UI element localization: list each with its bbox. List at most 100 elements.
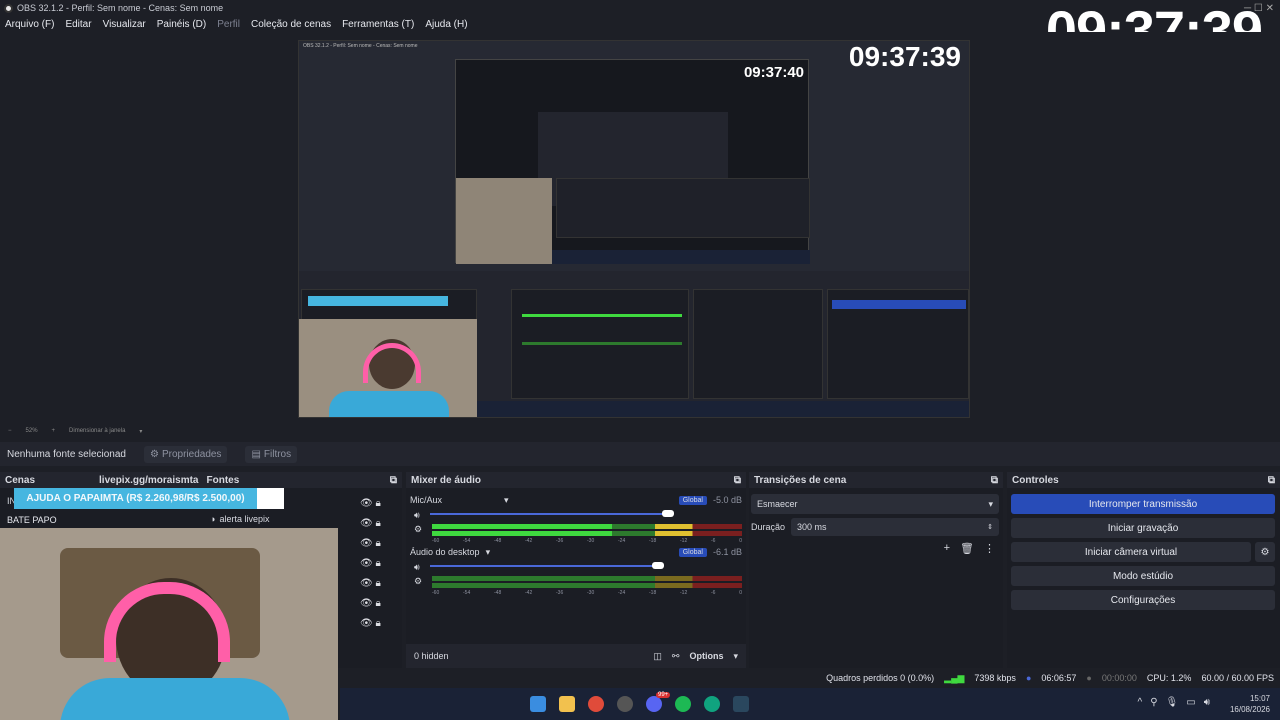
dock-undock-icon[interactable]: ⧉ xyxy=(390,475,397,486)
nested-alert xyxy=(308,296,448,306)
chatgpt-icon[interactable] xyxy=(704,696,720,712)
menu-ferramentas[interactable]: Ferramentas (T) xyxy=(342,19,414,30)
eye-icon[interactable]: 👁︎ 🔒︎ xyxy=(360,594,390,614)
dock-undock-icon[interactable]: ⧉ xyxy=(991,475,998,486)
chrome-icon[interactable] xyxy=(588,696,604,712)
volume-handle[interactable] xyxy=(662,510,674,517)
speaker-icon[interactable]: 🔊︎ xyxy=(414,510,420,521)
stop-streaming-button[interactable]: Interromper transmissão xyxy=(1011,494,1275,514)
transitions-title: Transições de cena xyxy=(754,474,847,486)
settings-button[interactable]: Configurações xyxy=(1011,590,1275,610)
nested-taskbar-2 xyxy=(477,401,969,417)
start-virtual-camera-button[interactable]: Iniciar câmera virtual xyxy=(1011,542,1251,562)
volume-slider[interactable] xyxy=(430,565,658,567)
dock-undock-icon[interactable]: ⧉ xyxy=(1268,475,1275,486)
eye-icon[interactable]: 👁︎ 🔒︎ xyxy=(360,494,390,514)
audio-meter-mic-r xyxy=(432,531,742,536)
transition-select[interactable]: Esmaecer ▾ xyxy=(751,494,999,514)
spotify-icon[interactable] xyxy=(675,696,691,712)
filters-button[interactable]: ▤ Filtros xyxy=(245,445,298,463)
menu-perfil[interactable]: Perfil xyxy=(217,19,240,30)
system-tray[interactable]: ^ ⚲ 🎙︎ ▭ 🔊︎ xyxy=(1138,697,1211,708)
more-icon[interactable]: ⋮ xyxy=(984,542,995,555)
volume-handle[interactable] xyxy=(652,562,664,569)
nested-preview: 09:37:40 xyxy=(455,59,810,264)
nested-transitions xyxy=(693,289,823,399)
discord-icon[interactable] xyxy=(646,696,662,712)
nested-webcam-large xyxy=(299,319,477,417)
display-icon: ▭ xyxy=(1186,697,1196,708)
windows-taskbar: 99+ ^ ⚲ 🎙︎ ▭ 🔊︎ 15:07 16/08/2026 xyxy=(340,688,1280,720)
volume-slider[interactable] xyxy=(430,513,670,515)
channel-global-badge[interactable]: Global xyxy=(678,547,707,557)
volume-icon: 🔊︎ xyxy=(1203,697,1210,708)
menu-visualizar[interactable]: Visualizar xyxy=(103,19,146,30)
controls-title: Controles xyxy=(1012,474,1059,486)
menu-paineis[interactable]: Painéis (D) xyxy=(157,19,206,30)
webcam-overlay xyxy=(0,528,338,720)
eye-icon[interactable]: 👁︎ 🔒︎ xyxy=(360,534,390,554)
channel-chevron-down-icon[interactable]: ▾ xyxy=(486,547,491,558)
channel-chevron-down-icon[interactable]: ▾ xyxy=(504,495,509,506)
zoom-percent: 52% xyxy=(25,428,38,434)
nested-mixer xyxy=(511,289,689,399)
obs-icon[interactable] xyxy=(617,696,633,712)
menu-arquivo[interactable]: Arquivo (F) xyxy=(5,19,54,30)
preview-canvas[interactable]: OBS 32.1.2 - Perfil: Sem nome - Cenas: S… xyxy=(298,40,970,418)
layout-toggle-icon[interactable]: ◫ xyxy=(653,651,662,662)
windows-start-icon[interactable] xyxy=(530,696,546,712)
source-item[interactable]: ◑ alerta livepix xyxy=(210,514,269,524)
trash-icon[interactable]: 🗑︎ xyxy=(960,542,974,555)
start-recording-button[interactable]: Iniciar gravação xyxy=(1011,518,1275,538)
audio-meter-desktop-l xyxy=(432,576,742,581)
zoom-plus[interactable]: + xyxy=(52,428,56,434)
file-explorer-icon[interactable] xyxy=(559,696,575,712)
eye-icon[interactable]: 👁︎ 🔒︎ xyxy=(360,614,390,634)
transitions-header: Transições de cena ⧉ xyxy=(749,472,1003,488)
studio-mode-button[interactable]: Modo estúdio xyxy=(1011,566,1275,586)
virtual-camera-gear-icon[interactable]: ⚙ xyxy=(1255,542,1275,562)
link-icon[interactable]: ⚯ xyxy=(672,651,680,662)
speaker-icon[interactable]: 🔊︎ xyxy=(414,562,420,573)
preview-area[interactable]: OBS 32.1.2 - Perfil: Sem nome - Cenas: S… xyxy=(0,32,1280,424)
notification-badge: 99+ xyxy=(656,692,671,698)
properties-label: Propriedades xyxy=(161,448,222,460)
options-chevron-down-icon[interactable]: ▾ xyxy=(733,651,738,662)
scenes-title: Cenas xyxy=(5,474,36,486)
eye-icon[interactable]: 👁︎ 🔒︎ xyxy=(360,514,390,534)
options-button[interactable]: Options xyxy=(689,651,723,661)
zoom-minus[interactable]: − xyxy=(8,428,12,434)
nested-controls xyxy=(827,289,969,399)
dock-undock-icon[interactable]: ⧉ xyxy=(734,475,741,486)
transitions-dock: Transições de cena ⧉ Esmaecer ▾ Duração … xyxy=(749,472,1003,668)
channel-global-badge[interactable]: Global xyxy=(678,495,707,505)
controls-dock: Controles ⧉ Interromper transmissão Inic… xyxy=(1007,472,1280,668)
scene-item-bate-papo[interactable]: BATE PAPO xyxy=(7,515,57,525)
zoom-chevron-down-icon[interactable]: ▾ xyxy=(139,428,142,435)
stream-icon: ● xyxy=(1025,673,1032,683)
zoom-mode[interactable]: Dimensionar à janela xyxy=(69,428,125,434)
audio-settings-icon[interactable]: ⚙ xyxy=(414,576,422,587)
duration-value: 300 ms xyxy=(797,522,827,532)
mixer-channel-1: Mic/Aux ▾ Global -5.0 dB xyxy=(410,492,742,508)
menu-editar[interactable]: Editar xyxy=(65,19,91,30)
add-icon[interactable]: + xyxy=(944,542,950,555)
properties-button[interactable]: ⚙ Propriedades xyxy=(143,445,228,463)
menu-colecao[interactable]: Coleção de cenas xyxy=(251,19,331,30)
donation-progress-bar: AJUDA O PAPAIMTA (R$ 2.260,98/R$ 2.500,0… xyxy=(14,488,284,509)
steam-icon[interactable] xyxy=(733,696,749,712)
tray-date: 16/08/2026 xyxy=(1229,705,1270,714)
eye-icon[interactable]: 👁︎ 🔒︎ xyxy=(360,554,390,574)
donation-alert-text: AJUDA O PAPAIMTA (R$ 2.260,98/R$ 2.500,0… xyxy=(26,493,245,504)
menu-ajuda[interactable]: Ajuda (H) xyxy=(425,19,467,30)
tray-clock[interactable]: 15:07 16/08/2026 xyxy=(1230,693,1270,715)
stepper-icon[interactable]: ⇕ xyxy=(987,523,993,531)
transition-value: Esmaecer xyxy=(757,499,798,509)
nested-clock-2: 09:37:40 xyxy=(743,64,804,81)
no-source-label: Nenhuma fonte selecionad xyxy=(7,448,126,460)
audio-settings-icon[interactable]: ⚙ xyxy=(414,524,422,535)
eye-icon[interactable]: 👁︎ 🔒︎ xyxy=(360,574,390,594)
dropped-frames: Quadros perdidos 0 (0.0%) xyxy=(826,673,935,683)
zoom-bar: − 52% + Dimensionar à janela ▾ xyxy=(0,424,1280,438)
duration-input[interactable]: 300 ms ⇕ xyxy=(791,518,999,536)
